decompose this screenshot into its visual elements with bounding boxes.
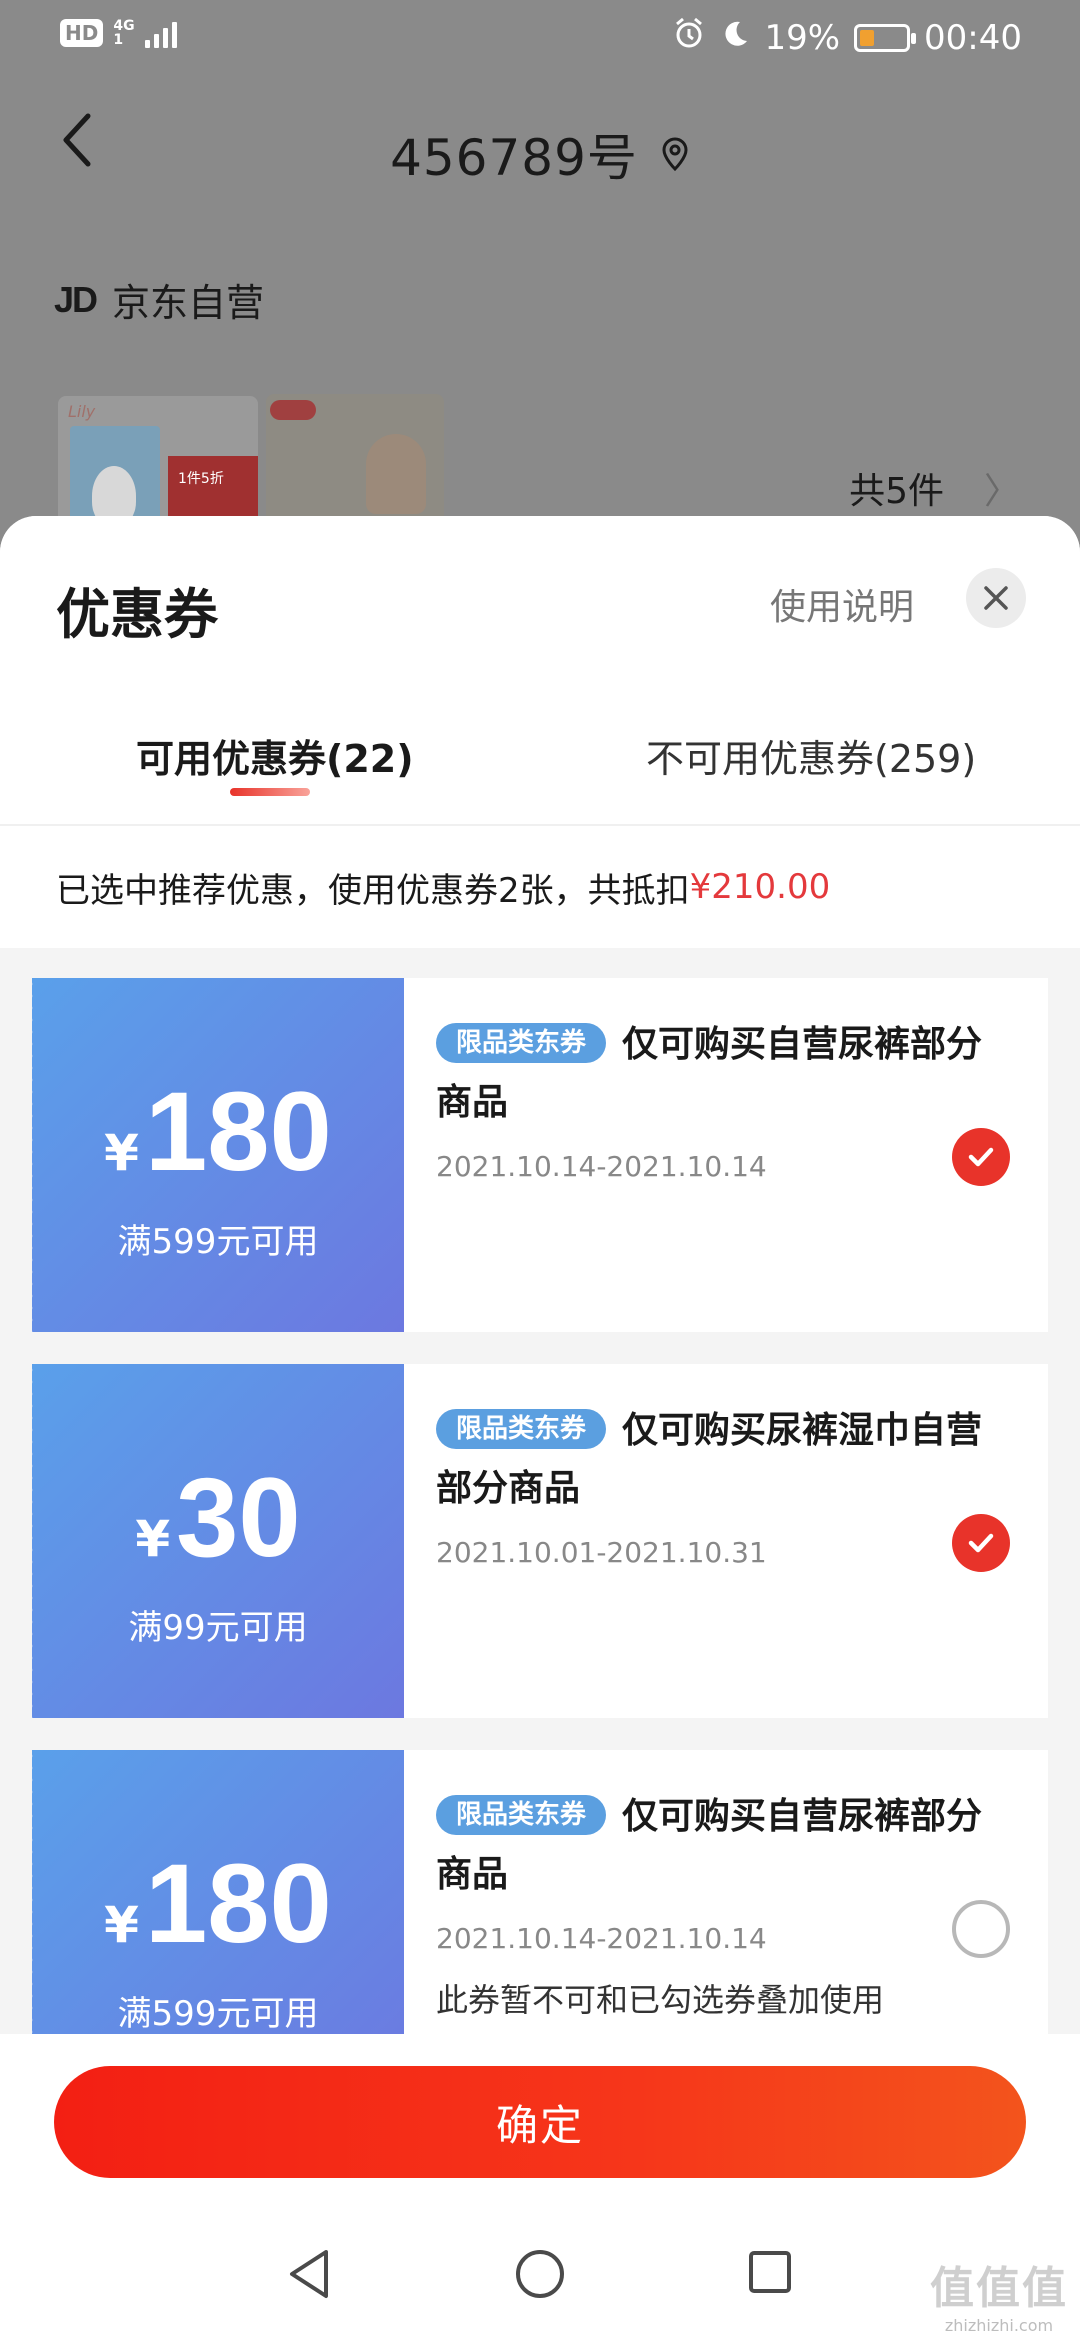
battery-icon [854, 23, 917, 52]
system-navigation-bar [0, 2226, 1080, 2326]
summary-text: 已选中推荐优惠，使用优惠券2张，共抵扣 [56, 870, 690, 911]
watermark-logo: 值值值 [930, 2263, 1068, 2314]
coupon-tag: 限品类东券 [436, 1023, 607, 1063]
background-page: HD 4G 1 19% 00:40 456789号 JD 京东自营 Lily 1… [0, 0, 1080, 560]
thumb-badge: 1件5折 [178, 471, 224, 487]
watermark-url: zhizhizhi.com [944, 2316, 1054, 2335]
coupon-amount: 30 [176, 1455, 301, 1580]
selection-summary: 已选中推荐优惠，使用优惠券2张，共抵扣 ¥210.00 [0, 826, 1080, 948]
status-bar: HD 4G 1 19% 00:40 [0, 0, 1080, 76]
check-icon [968, 1147, 994, 1167]
coupon-stacking-note: 此券暂不可和已勾选券叠加使用 [436, 1981, 885, 2019]
coupon-condition: 满599元可用 [117, 1994, 319, 2034]
coupon-condition: 满99元可用 [128, 1608, 308, 1648]
network-type: 4G 1 [113, 19, 134, 47]
coupon-checkbox-checked[interactable] [952, 1514, 1010, 1572]
item-count[interactable]: 共5件 〉 [849, 462, 1020, 514]
usage-instructions-link[interactable]: 使用说明 [770, 578, 914, 630]
coupon-checkbox-checked[interactable] [952, 1128, 1010, 1186]
coupon-value-panel: ¥ 30 满99元可用 [28, 1364, 404, 1718]
coupon-tag: 限品类东券 [436, 1409, 607, 1449]
coupon-sheet: 优惠券 使用说明 可用优惠券(22) 不可用优惠券(259) 已选中推荐优惠，使… [0, 516, 1080, 2340]
coupon-card[interactable]: ¥ 30 满99元可用 限品类东券 仅可购买尿裤湿巾自营部分商品 2021.10.… [28, 1364, 1048, 1718]
coupon-validity: 2021.10.14-2021.10.14 [436, 1922, 767, 1955]
coupon-value-panel: ¥ 180 满599元可用 [28, 978, 404, 1332]
status-left: HD 4G 1 [60, 18, 177, 48]
status-time: 00:40 [924, 17, 1022, 58]
item-count-label: 共5件 [849, 471, 944, 512]
coupon-validity: 2021.10.01-2021.10.31 [436, 1536, 767, 1569]
coupon-condition: 满599元可用 [117, 1222, 319, 1262]
shop-row: JD 京东自营 [54, 272, 264, 327]
coupon-card[interactable]: ¥ 180 满599元可用 限品类东券 仅可购买自营尿裤部分商品 2021.10.… [28, 978, 1048, 1332]
battery-percent: 19% [764, 17, 841, 58]
page-title-row: 456789号 [0, 118, 1080, 190]
coupon-tag: 限品类东券 [436, 1795, 607, 1835]
sheet-title: 优惠券 [56, 583, 218, 646]
nav-home-icon[interactable] [514, 2248, 566, 2304]
page-title: 456789号 [390, 129, 638, 187]
tab-unavailable-coupons[interactable]: 不可用优惠券(259) [646, 728, 976, 783]
location-pin-icon[interactable] [660, 125, 690, 183]
network-type-top: 4G [113, 18, 135, 34]
close-button[interactable] [966, 568, 1026, 628]
status-right: 19% 00:40 [672, 16, 1022, 59]
chevron-right-icon: 〉 [983, 471, 1020, 512]
sheet-header: 优惠券 使用说明 可用优惠券(22) 不可用优惠券(259) [0, 516, 1080, 826]
currency-symbol: ¥ [135, 1510, 171, 1568]
coupon-validity: 2021.10.14-2021.10.14 [436, 1150, 767, 1183]
coupon-amount: 180 [144, 1069, 332, 1194]
coupon-details: 限品类东券 仅可购买自营尿裤部分商品 2021.10.14-2021.10.14 … [436, 1788, 996, 2021]
nav-back-icon[interactable] [286, 2248, 334, 2304]
currency-symbol: ¥ [104, 1124, 139, 1182]
shop-name: 京东自营 [112, 281, 265, 325]
moon-icon [720, 18, 750, 58]
jd-logo: JD [54, 278, 98, 320]
hd-badge: HD [60, 19, 104, 47]
summary-amount: ¥210.00 [689, 867, 831, 907]
check-icon [968, 1533, 994, 1553]
nav-recent-icon[interactable] [746, 2248, 794, 2300]
signal-icon [144, 18, 177, 48]
confirm-button[interactable]: 确定 [54, 2066, 1026, 2178]
coupon-amount: 180 [144, 1841, 332, 1966]
alarm-icon [672, 16, 706, 59]
currency-symbol: ¥ [104, 1896, 139, 1954]
tab-available-coupons[interactable]: 可用优惠券(22) [136, 728, 414, 783]
coupon-details: 限品类东券 仅可购买自营尿裤部分商品 2021.10.14-2021.10.14 [436, 1016, 996, 1183]
network-type-bottom: 1 [113, 32, 124, 48]
coupon-checkbox-unchecked[interactable] [952, 1900, 1010, 1958]
active-tab-indicator [230, 788, 310, 796]
watermark: 值值值 zhizhizhi.com [930, 2252, 1068, 2335]
coupon-details: 限品类东券 仅可购买尿裤湿巾自营部分商品 2021.10.01-2021.10.3… [436, 1402, 996, 1569]
close-icon [984, 586, 1008, 610]
